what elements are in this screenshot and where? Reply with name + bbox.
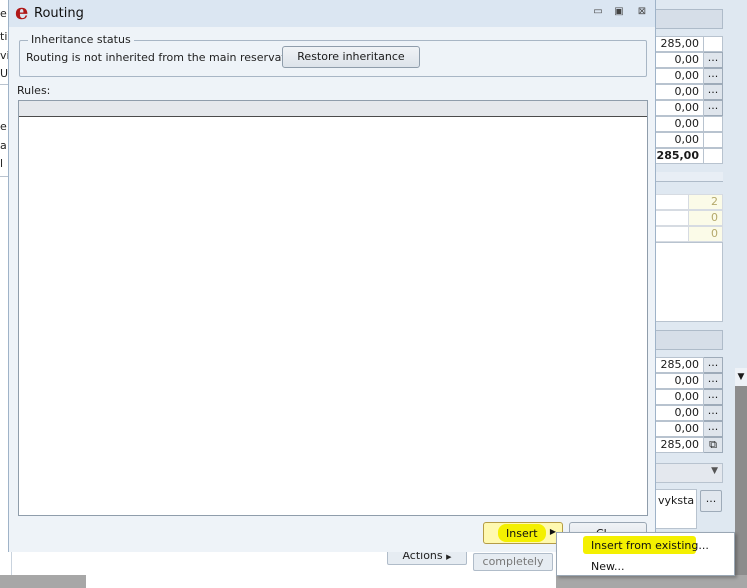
- count-field: 0: [688, 226, 723, 242]
- insert-context-menu: Insert from existing... New...: [556, 532, 735, 576]
- count-label-cell: [655, 210, 688, 226]
- amount-side: [704, 132, 723, 148]
- amount-field[interactable]: 0,00: [655, 373, 704, 389]
- dialog-body: Inheritance status Routing is not inheri…: [9, 27, 655, 552]
- ellipsis-button[interactable]: ...: [704, 52, 723, 68]
- amount-side: [704, 148, 723, 164]
- amount-total: 285,00: [655, 148, 704, 164]
- ellipsis-button[interactable]: ...: [704, 100, 723, 116]
- ellipsis-button[interactable]: ...: [704, 84, 723, 100]
- bg-fragment: U: [0, 67, 9, 80]
- bottom-strip: [0, 575, 747, 588]
- amount-field[interactable]: 285,00: [655, 437, 704, 453]
- ellipsis-button[interactable]: ...: [704, 405, 723, 421]
- amount-side: [704, 36, 723, 52]
- amount-field[interactable]: 285,00: [655, 36, 704, 52]
- ellipsis-button[interactable]: ...: [704, 68, 723, 84]
- count-field: 2: [688, 194, 723, 210]
- amount-field[interactable]: 0,00: [655, 389, 704, 405]
- amount-side: [704, 116, 723, 132]
- rules-label: Rules:: [17, 84, 51, 97]
- count-label-cell: [655, 194, 688, 210]
- count-field: 0: [688, 210, 723, 226]
- amount-field[interactable]: 0,00: [655, 132, 704, 148]
- bg-header-bar: [655, 330, 723, 350]
- bg-fragment: ti: [0, 30, 8, 43]
- bg-dark-strip: [735, 386, 747, 588]
- app-logo-icon: e: [15, 0, 29, 24]
- close-icon[interactable]: ⊠: [635, 5, 649, 19]
- amount-field[interactable]: 0,00: [655, 68, 704, 84]
- inheritance-status-legend: Inheritance status: [28, 33, 134, 46]
- bg-divider: [655, 172, 723, 182]
- menu-item-label: Insert from existing...: [591, 539, 709, 552]
- count-label-cell: [655, 226, 688, 242]
- bg-fragment: l: [0, 157, 4, 170]
- completely-button[interactable]: completely: [473, 553, 553, 571]
- rules-grid[interactable]: [18, 100, 648, 516]
- completely-label: completely: [482, 555, 544, 568]
- menu-item-new[interactable]: New...: [557, 556, 734, 576]
- insert-button[interactable]: Insert ▶: [483, 522, 563, 544]
- ellipsis-button[interactable]: ...: [704, 389, 723, 405]
- insert-button-label: Insert: [506, 527, 538, 540]
- amount-field[interactable]: 285,00: [655, 357, 704, 373]
- bottom-white-area: [86, 575, 556, 588]
- bg-fragment: a: [0, 139, 7, 152]
- chevron-down-icon[interactable]: ▼: [735, 368, 747, 386]
- ellipsis-button[interactable]: ...: [704, 421, 723, 437]
- ellipsis-button[interactable]: ...: [704, 373, 723, 389]
- ellipsis-button[interactable]: ...: [704, 357, 723, 373]
- chevron-right-icon: ▶: [446, 553, 452, 561]
- amount-field[interactable]: 0,00: [655, 84, 704, 100]
- background-right-panel: 285,00 0,00 ... 0,00 ... 0,00 ... 0,00 .…: [655, 0, 747, 588]
- inheritance-message: Routing is not inherited from the main r…: [26, 51, 306, 64]
- bg-text-field[interactable]: vyksta: [655, 489, 697, 529]
- inheritance-status-group: Inheritance status Routing is not inheri…: [19, 33, 647, 77]
- amount-field[interactable]: 0,00: [655, 52, 704, 68]
- bg-list-area: [655, 242, 723, 322]
- dialog-titlebar[interactable]: e Routing ▭ ▣ ⊠: [9, 0, 655, 27]
- amount-field[interactable]: 0,00: [655, 100, 704, 116]
- menu-item-label: New...: [591, 560, 625, 573]
- menu-item-insert-from-existing[interactable]: Insert from existing...: [557, 535, 734, 555]
- ellipsis-button[interactable]: ...: [700, 490, 722, 512]
- dialog-title: Routing: [34, 6, 84, 21]
- routing-dialog: e Routing ▭ ▣ ⊠ Inheritance status Routi…: [8, 0, 656, 552]
- maximize-icon[interactable]: ▣: [612, 5, 626, 19]
- rules-grid-header: [19, 101, 647, 117]
- bg-dropdown[interactable]: ▼: [655, 463, 723, 483]
- copy-icon[interactable]: ⧉: [704, 437, 723, 453]
- bg-fragment: e: [0, 120, 7, 133]
- minimize-icon[interactable]: ▭: [591, 5, 605, 19]
- amount-field[interactable]: 0,00: [655, 421, 704, 437]
- amount-field[interactable]: 0,00: [655, 405, 704, 421]
- bg-header-bar: [655, 9, 723, 29]
- restore-inheritance-button[interactable]: Restore inheritance: [282, 46, 420, 68]
- amount-field[interactable]: 0,00: [655, 116, 704, 132]
- chevron-down-icon: ▼: [711, 466, 718, 476]
